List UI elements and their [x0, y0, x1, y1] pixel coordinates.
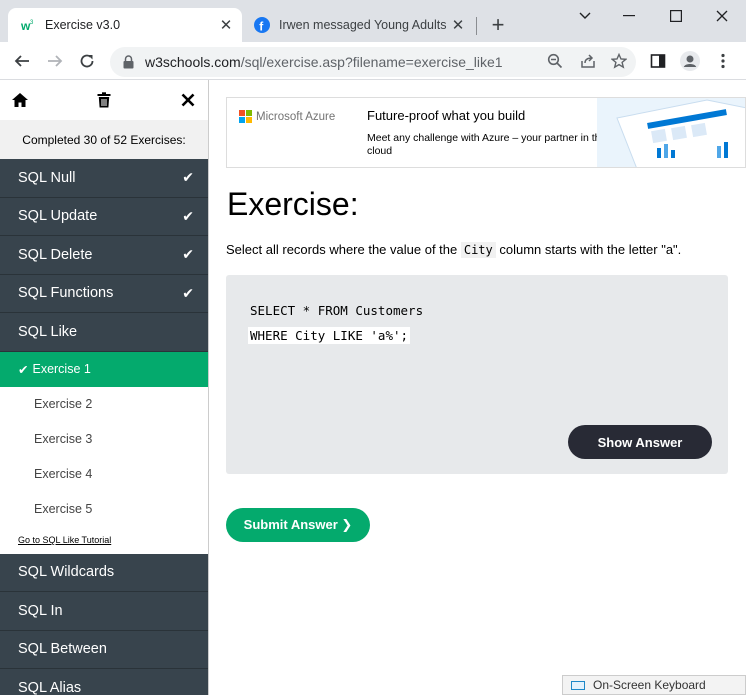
browser-toolbar: w3schools.com/sql/exercise.asp?filename=… [0, 42, 746, 80]
code-line: SELECT * FROM Customers [250, 303, 424, 318]
close-window-button[interactable] [707, 4, 737, 28]
side-panel-icon[interactable] [646, 49, 670, 73]
topic-sql-delete[interactable]: SQL Delete ✔ [0, 236, 208, 275]
tab-title: Irwen messaged Young Adults i [279, 18, 448, 32]
browser-titlebar: w3 Exercise v3.0 ✕ f Irwen messaged Youn… [0, 0, 746, 42]
topic-label: SQL Like [18, 323, 78, 340]
topic-label: SQL Null [18, 169, 76, 186]
exercise-item-4[interactable]: Exercise 4 [0, 456, 208, 492]
ad-brand: Microsoft Azure [256, 110, 336, 123]
checkmark-icon: ✔ [182, 246, 194, 263]
topic-sql-update[interactable]: SQL Update ✔ [0, 197, 208, 236]
topic-sql-in[interactable]: SQL In [0, 592, 208, 631]
tab-facebook[interactable]: f Irwen messaged Young Adults i ✕ [246, 8, 474, 42]
show-answer-button[interactable]: Show Answer [568, 425, 712, 459]
back-arrow-icon[interactable] [10, 49, 34, 73]
checkmark-icon: ✔ [182, 169, 194, 186]
exercise-instruction: Select all records where the value of th… [226, 242, 682, 258]
topic-label: SQL Update [18, 208, 98, 225]
exercise-label: Exercise 1 [32, 362, 91, 376]
topic-label: SQL Alias [18, 679, 82, 695]
topic-sql-like[interactable]: SQL Like [0, 313, 208, 352]
page-title: Exercise: [227, 186, 359, 222]
progress-text: Completed 30 of 52 Exercises: [0, 120, 208, 159]
zoom-icon[interactable] [543, 49, 567, 73]
azure-ad-banner[interactable]: Microsoft Azure Future-proof what you bu… [226, 97, 746, 168]
ad-dashboard-illustration [597, 98, 745, 167]
topic-label: SQL Functions [18, 285, 114, 302]
checkmark-icon: ✔ [18, 362, 29, 377]
submit-answer-button[interactable]: Submit Answer ❯ [226, 508, 370, 542]
inline-code: City [460, 242, 496, 258]
tab-separator [476, 17, 477, 35]
facebook-favicon-icon: f [254, 17, 270, 33]
close-tab-icon[interactable]: ✕ [216, 15, 236, 35]
menu-kebab-icon[interactable] [711, 49, 735, 73]
minimize-button[interactable] [614, 4, 644, 28]
bookmark-star-icon[interactable] [607, 49, 631, 73]
close-sidebar-icon[interactable] [178, 90, 198, 110]
tab-title: Exercise v3.0 [45, 18, 121, 32]
ad-headline: Future-proof what you build [367, 108, 526, 123]
keyboard-icon [571, 680, 585, 690]
checkmark-icon: ✔ [182, 207, 194, 224]
topic-label: SQL Between [18, 641, 107, 658]
profile-avatar-icon[interactable] [678, 49, 702, 73]
topic-sql-functions[interactable]: SQL Functions ✔ [0, 274, 208, 313]
home-icon[interactable] [10, 90, 30, 110]
on-screen-keyboard-taskbar-item[interactable]: On-Screen Keyboard [562, 675, 746, 695]
w3schools-favicon-icon: w3 [20, 17, 36, 33]
forward-arrow-icon[interactable] [43, 49, 67, 73]
answer-input[interactable]: WHERE City LIKE 'a%'; [248, 327, 411, 344]
maximize-button[interactable] [661, 4, 691, 28]
exercise-item-1[interactable]: ✔ Exercise 1 [0, 351, 208, 387]
exercise-sidebar: Completed 30 of 52 Exercises: SQL Null ✔… [0, 80, 209, 695]
checkmark-icon: ✔ [182, 284, 194, 301]
ad-subtext: Meet any challenge with Azure – your par… [367, 132, 607, 157]
tutorial-link[interactable]: Go to SQL Like Tutorial [0, 526, 208, 554]
exercise-item-3[interactable]: Exercise 3 [0, 421, 208, 457]
exercise-item-5[interactable]: Exercise 5 [0, 491, 208, 527]
topic-sql-null[interactable]: SQL Null ✔ [0, 159, 208, 198]
osk-label: On-Screen Keyboard [593, 678, 706, 692]
tab-search-chevron-icon[interactable] [570, 4, 600, 28]
exercise-code-box: SELECT * FROM Customers WHERE City LIKE … [226, 275, 728, 474]
trash-icon[interactable] [94, 90, 114, 110]
tab-exercise[interactable]: w3 Exercise v3.0 ✕ [8, 8, 242, 42]
topic-label: SQL Wildcards [18, 564, 115, 581]
topic-sql-alias[interactable]: SQL Alias [0, 669, 208, 695]
share-icon[interactable] [576, 49, 600, 73]
topic-sql-between[interactable]: SQL Between [0, 630, 208, 669]
microsoft-logo: Microsoft Azure [239, 110, 335, 123]
topic-label: SQL In [18, 602, 63, 619]
topic-label: SQL Delete [18, 246, 93, 263]
close-tab-icon[interactable]: ✕ [448, 15, 468, 35]
topic-sql-wildcards[interactable]: SQL Wildcards [0, 553, 208, 592]
new-tab-button[interactable]: + [486, 12, 510, 37]
reload-icon[interactable] [75, 49, 99, 73]
lock-icon[interactable] [120, 54, 136, 70]
exercise-item-2[interactable]: Exercise 2 [0, 386, 208, 422]
url-text: w3schools.com/sql/exercise.asp?filename=… [145, 54, 503, 70]
microsoft-logo-icon [239, 110, 252, 123]
sidebar-toolbar [0, 80, 208, 120]
